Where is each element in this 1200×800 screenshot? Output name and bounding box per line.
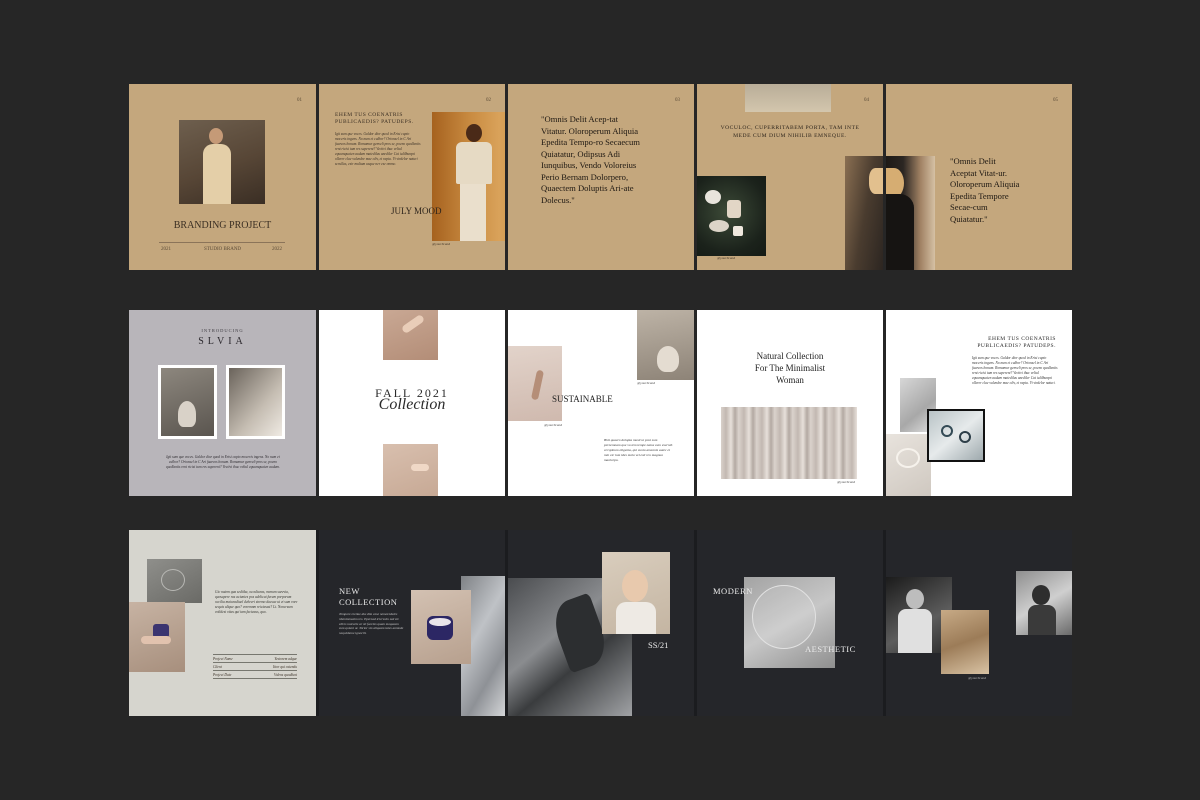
photo-credit: @yourbrand bbox=[432, 242, 450, 246]
page-heading: VOCULOC, CUPERRITABEM PORTA, TAM INTE ME… bbox=[720, 125, 860, 139]
page-modern-aesthetic[interactable]: MODERN AESTHETIC bbox=[697, 530, 883, 716]
body-text: Igit sum que voces. Galdor dior quod in … bbox=[972, 356, 1058, 385]
dried-flowers-photo bbox=[941, 610, 989, 674]
hand-beige-photo bbox=[508, 346, 562, 421]
woman-face-photo bbox=[602, 552, 670, 634]
photo-credit: @yourbrand bbox=[837, 480, 855, 484]
page-slvia-intro[interactable]: INTRODUCING SLVIA Igit sum que voces. Ga… bbox=[129, 310, 316, 496]
cover-divider bbox=[159, 242, 285, 243]
curtain-photo bbox=[721, 407, 857, 479]
modern-word: MODERN bbox=[713, 586, 753, 596]
footer-year-right: 2022 bbox=[272, 247, 282, 252]
intro-kicker: INTRODUCING bbox=[201, 328, 244, 333]
portrait-woman-photo bbox=[179, 120, 265, 204]
table-row: Client Ittor qui ostendu bbox=[213, 662, 297, 670]
page-number: 03 bbox=[675, 98, 680, 103]
cover-title: BRANDING PROJECT bbox=[173, 220, 272, 231]
flowers-flatlay-photo bbox=[697, 176, 766, 256]
woman-portrait-photo-left bbox=[845, 156, 883, 270]
july-mood-caption: JULY MOOD bbox=[391, 206, 442, 216]
page-ss21[interactable]: SS/21 bbox=[508, 530, 694, 716]
rings-photo-frame bbox=[927, 409, 985, 462]
sustainable-body: Bhit quaero dolupta musti ut post sum pe… bbox=[604, 438, 673, 462]
page-heading: EHEM TUS COENATRIS PUBLICAEDIS? PATUDEPS… bbox=[335, 112, 414, 125]
page-number: 02 bbox=[486, 98, 491, 103]
heading-line-3: Woman bbox=[776, 375, 804, 385]
collection-script: Collection bbox=[378, 396, 446, 413]
page-fall-collection[interactable]: FALL 2021 Collection bbox=[319, 310, 505, 496]
glass-disc-photo bbox=[744, 577, 835, 668]
photo-credit: @yourbrand bbox=[544, 423, 562, 427]
project-info-table: Project Name Yestorem adque Client Ittor… bbox=[213, 654, 297, 679]
page-project-info[interactable]: Gic natem qua sediiba, occulturas, menum… bbox=[129, 530, 316, 716]
page-branding-cover[interactable]: 01 BRANDING PROJECT 2021 STUDIO BRAND 20… bbox=[129, 84, 316, 270]
heading-line-1: Natural Collection bbox=[756, 351, 824, 361]
body-text: Igit sum que voces. Galdor dior quod in … bbox=[335, 132, 421, 166]
page-july-mood[interactable]: 02 EHEM TUS COENATRIS PUBLICAEDIS? PATUD… bbox=[319, 84, 505, 270]
man-portrait-photo bbox=[432, 112, 505, 241]
quote-text: "Omnis Delit Aceptat Vitat-ur. Oloroperu… bbox=[950, 156, 1020, 224]
page-flatlay[interactable]: 04 VOCULOC, CUPERRITABEM PORTA, TAM INTE… bbox=[697, 84, 883, 270]
photo-credit: @yourbrand bbox=[968, 676, 986, 680]
row-slvia-light: INTRODUCING SLVIA Igit sum que voces. Ga… bbox=[129, 310, 1072, 496]
table-row: Project Name Yestorem adque bbox=[213, 654, 297, 662]
page-quote[interactable]: 03 "Omnis Delit Acep-tat Vitatur. Olorop… bbox=[508, 84, 694, 270]
row-branding-tan: 01 BRANDING PROJECT 2021 STUDIO BRAND 20… bbox=[129, 84, 1072, 270]
vase-photo-frame bbox=[158, 365, 217, 439]
table-label: Project Date bbox=[213, 673, 232, 677]
pearl-photo bbox=[886, 434, 931, 496]
sustainable-caption: SUSTAINABLE bbox=[552, 394, 613, 404]
woman-portrait-photo-right bbox=[886, 156, 935, 270]
page-number: 05 bbox=[1053, 98, 1058, 103]
photo-credit: @yourbrand bbox=[717, 256, 735, 260]
fabric-photo-frame bbox=[226, 365, 285, 439]
intro-body: Igit sum que voces. Galdor dior quod in … bbox=[166, 455, 280, 469]
project-body: Gic natem qua sediiba, occulturas, menum… bbox=[215, 590, 298, 614]
table-row: Project Date Volens quodlunt bbox=[213, 670, 297, 679]
hand-photo-bottom bbox=[383, 444, 438, 496]
page-sustainable[interactable]: @yourbrand @yourbrand SUSTAINABLE Bhit q… bbox=[508, 310, 694, 496]
heading-line-2: COLLECTION bbox=[339, 597, 398, 607]
page-heading: EHEM TUS COENATRIS PUBLICAEDIS? PATUDEPS… bbox=[977, 336, 1056, 349]
quote-text: "Omnis Delit Acep-tat Vitatur. Oloroperu… bbox=[541, 114, 640, 205]
page-quote-portrait[interactable]: 05 "Omnis Delit Aceptat Vitat-ur. Olorop… bbox=[886, 84, 1072, 270]
aesthetic-word: AESTHETIC bbox=[805, 644, 856, 654]
collection-body: Tempore rectiae dus dim ense nemorndeles… bbox=[339, 612, 404, 636]
page-editorial-bw[interactable]: @yourbrand bbox=[886, 530, 1072, 716]
page-natural-collection[interactable]: Natural Collection For The Minimalist Wo… bbox=[697, 310, 883, 496]
table-value: Volens quodlunt bbox=[273, 673, 297, 677]
hand-photo-top bbox=[383, 310, 438, 360]
page-number: 01 bbox=[297, 98, 302, 103]
brand-name: SLVIA bbox=[198, 336, 247, 347]
season-caption: SS/21 bbox=[648, 640, 669, 650]
vase-photo bbox=[637, 310, 694, 380]
page-number: 04 bbox=[864, 98, 869, 103]
photo-credit-2: @yourbrand bbox=[637, 381, 655, 385]
page-jewelry[interactable]: EHEM TUS COENATRIS PUBLICAEDIS? PATUDEPS… bbox=[886, 310, 1072, 496]
glass-photo bbox=[147, 559, 202, 603]
jar-photo bbox=[411, 590, 471, 664]
row-dark-collection: Gic natem qua sediiba, occulturas, menum… bbox=[129, 530, 1072, 716]
page-new-collection[interactable]: NEW COLLECTION Tempore rectiae dus dim e… bbox=[319, 530, 505, 716]
heading-line-2: For The Minimalist bbox=[754, 363, 826, 373]
heading-line-1: NEW bbox=[339, 586, 360, 596]
hand-cream-photo bbox=[129, 602, 185, 672]
cropped-top-photo bbox=[745, 84, 831, 112]
footer-studio: STUDIO BRAND bbox=[203, 247, 242, 252]
bw-street-portrait-photo bbox=[1016, 571, 1072, 635]
